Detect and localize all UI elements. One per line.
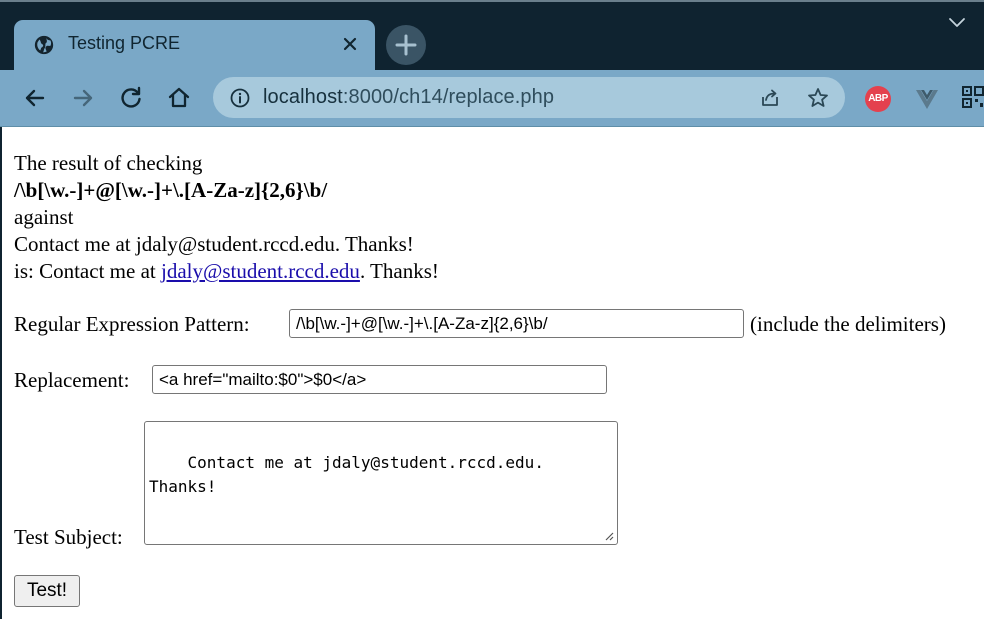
url-path: :8000/ch14/replace.php bbox=[342, 86, 555, 108]
result-pattern: /\b[\w.-]+@[\w.-]+\.[A-Za-z]{2,6}\b/ bbox=[14, 177, 439, 204]
window-left-border bbox=[0, 127, 2, 619]
pattern-hint: (include the delimiters) bbox=[750, 312, 946, 336]
qr-code-icon[interactable] bbox=[962, 86, 984, 108]
replacement-input[interactable]: <a href="mailto:$0">$0</a> bbox=[152, 365, 607, 394]
plus-icon bbox=[395, 34, 417, 56]
globe-icon bbox=[34, 35, 54, 55]
url-text[interactable]: localhost:8000/ch14/replace.php bbox=[263, 86, 554, 109]
star-icon[interactable] bbox=[806, 86, 830, 110]
adblock-plus-icon[interactable]: ABP bbox=[865, 86, 891, 112]
back-arrow-icon[interactable] bbox=[21, 84, 49, 112]
chevron-down-icon[interactable] bbox=[946, 14, 968, 32]
browser-toolbar: localhost:8000/ch14/replace.php ABP bbox=[0, 70, 984, 127]
close-icon[interactable] bbox=[339, 33, 361, 55]
vue-devtools-icon[interactable] bbox=[914, 86, 940, 112]
result-intro: The result of checking bbox=[14, 151, 203, 175]
result-output: is: Contact me at jdaly@student.rccd.edu… bbox=[14, 258, 439, 285]
replacement-label: Replacement: bbox=[14, 368, 130, 392]
window-top-border bbox=[0, 0, 984, 2]
share-icon[interactable] bbox=[758, 86, 782, 110]
tab-title: Testing PCRE bbox=[68, 33, 181, 53]
resize-grip-icon[interactable] bbox=[604, 531, 614, 541]
reload-icon[interactable] bbox=[117, 84, 145, 112]
address-bar[interactable]: localhost:8000/ch14/replace.php bbox=[213, 77, 845, 118]
result-block: The result of checking /\b[\w.-]+@[\w.-]… bbox=[14, 150, 439, 285]
new-tab-button[interactable] bbox=[386, 25, 426, 65]
info-icon[interactable] bbox=[229, 87, 251, 109]
result-against: against bbox=[14, 205, 74, 229]
email-link[interactable]: jdaly@student.rccd.edu bbox=[161, 259, 360, 283]
subject-textarea-text: Contact me at jdaly@student.rccd.edu. Th… bbox=[149, 453, 544, 496]
forward-arrow-icon[interactable] bbox=[69, 84, 97, 112]
tab-strip: Testing PCRE bbox=[0, 0, 984, 72]
pattern-input[interactable]: /\b[\w.-]+@[\w.-]+\.[A-Za-z]{2,6}\b/ bbox=[289, 309, 744, 338]
test-button[interactable]: Test! bbox=[14, 575, 80, 607]
subject-textarea[interactable]: Contact me at jdaly@student.rccd.edu. Th… bbox=[144, 421, 618, 545]
subject-label: Test Subject: bbox=[14, 525, 123, 549]
tab-testing-pcre[interactable]: Testing PCRE bbox=[14, 20, 375, 72]
home-icon[interactable] bbox=[165, 84, 193, 112]
url-host: localhost bbox=[263, 86, 343, 108]
pattern-label: Regular Expression Pattern: bbox=[14, 312, 250, 336]
result-output-prefix: is: Contact me at bbox=[14, 259, 161, 283]
result-output-suffix: . Thanks! bbox=[359, 259, 439, 283]
result-pattern-text: /\b[\w.-]+@[\w.-]+\.[A-Za-z]{2,6}\b/ bbox=[14, 178, 328, 202]
page-content: The result of checking /\b[\w.-]+@[\w.-]… bbox=[0, 127, 984, 619]
result-subject: Contact me at jdaly@student.rccd.edu. Th… bbox=[14, 232, 414, 256]
